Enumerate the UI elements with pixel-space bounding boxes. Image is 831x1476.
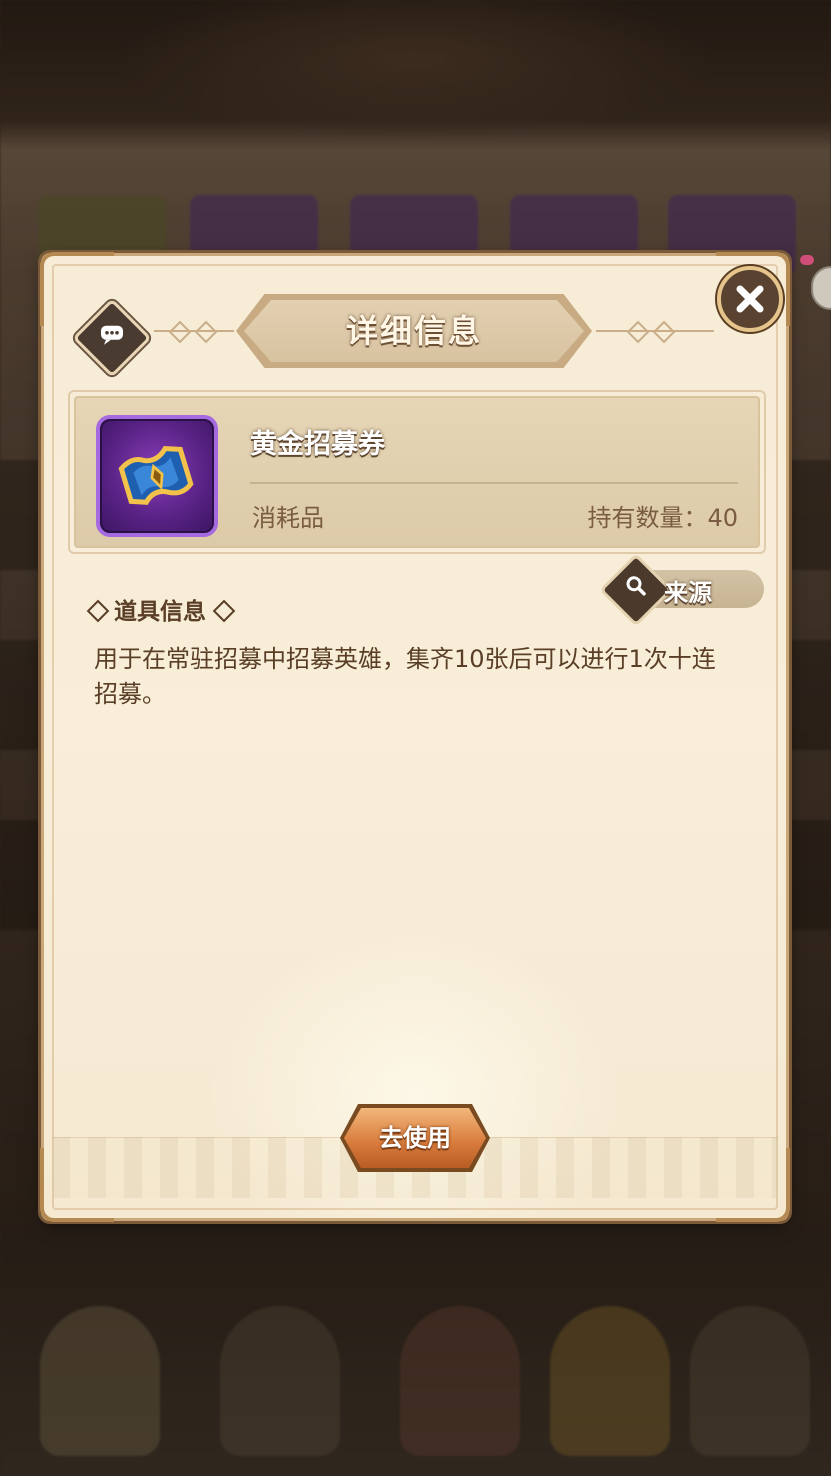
use-button-label[interactable]: 去使用 [344, 1108, 486, 1168]
section-title: 道具信息 [114, 599, 206, 625]
item-type: 消耗品 [252, 504, 324, 532]
diamond-ornament-icon [86, 599, 110, 622]
notification-dot [800, 255, 814, 265]
source-button-label: 来源 [664, 579, 712, 607]
close-icon [736, 285, 764, 313]
golden-recruit-ticket-icon [96, 415, 218, 537]
diamond-ornament-icon [212, 599, 236, 622]
search-icon [599, 553, 673, 627]
item-quantity: 持有数量：40 [587, 504, 738, 532]
item-name: 黄金招募券 [250, 429, 385, 460]
item-summary-card: 黄金招募券 消耗品 持有数量：40 [68, 390, 766, 554]
item-detail-dialog: 详细信息 黄金招募券 消耗品 持有数量：40 来源 道具信息 用于在常驻招募中招… [40, 252, 790, 1222]
divider [250, 482, 738, 484]
item-description: 用于在常驻招募中招募英雄，集齐10张后可以进行1次十连招募。 [94, 645, 716, 708]
source-button[interactable]: 来源 [599, 553, 764, 627]
dialog-title: 详细信息 [345, 312, 482, 350]
close-button[interactable] [717, 266, 783, 332]
section-heading: 道具信息 [86, 592, 240, 626]
